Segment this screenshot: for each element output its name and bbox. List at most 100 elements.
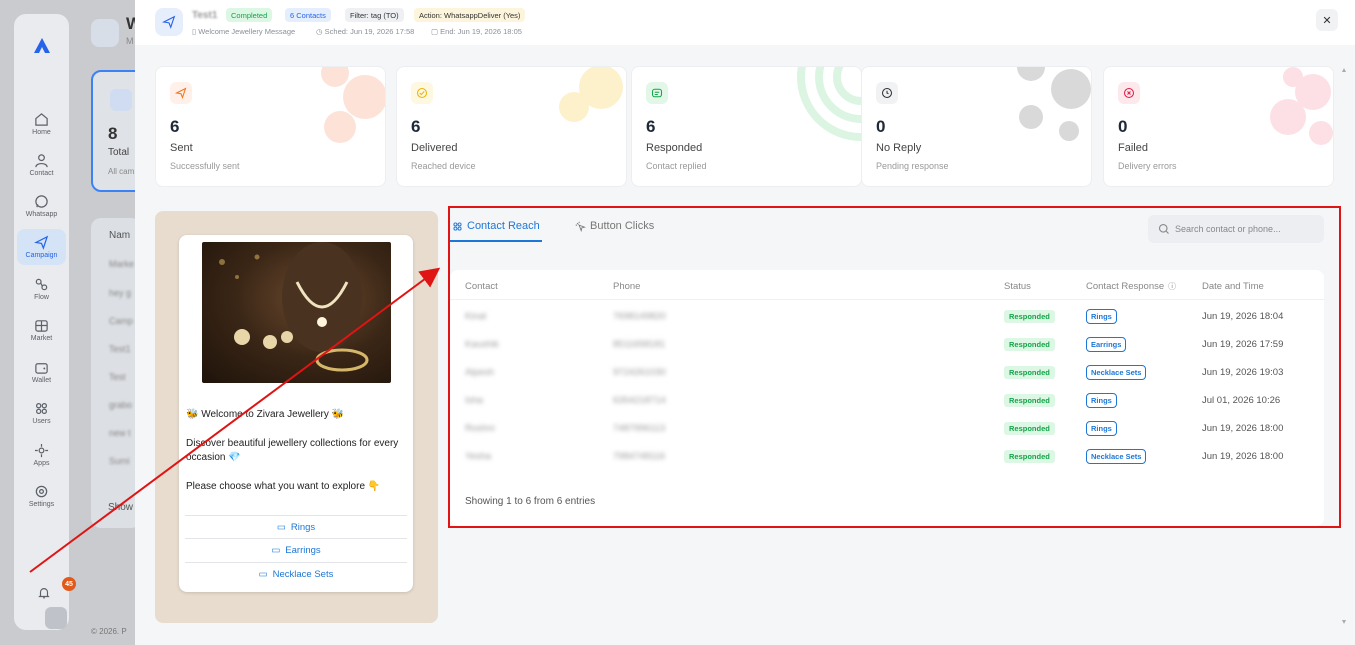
active-tab-indicator: [450, 240, 542, 242]
sidebar-item-wallet[interactable]: Wallet: [17, 354, 66, 390]
sidebar-item-home[interactable]: Home: [17, 106, 66, 142]
flow-icon: [35, 278, 48, 291]
stat-value: 0: [1118, 117, 1128, 136]
stat-label: No Reply: [876, 142, 922, 154]
sidebar-item-label: Whatsapp: [25, 211, 58, 218]
table-row[interactable]: Marke: [109, 259, 134, 269]
market-icon: [35, 320, 48, 332]
filter-badge: Filter: tag (TO): [345, 8, 404, 22]
stat-sub: Delivery errors: [1118, 161, 1177, 171]
search-input[interactable]: Search contact or phone...: [1148, 215, 1324, 243]
sidebar-item-label: Apps: [33, 460, 50, 467]
stat-value: 6: [170, 117, 180, 136]
stat-label: Failed: [1118, 142, 1148, 154]
app-logo-icon[interactable]: [32, 36, 52, 56]
search-placeholder: Search contact or phone...: [1175, 224, 1281, 234]
campaign-title: Test1: [192, 10, 218, 21]
campaign-report-modal: Test1 Completed 6 Contacts Filter: tag (…: [135, 0, 1355, 645]
column-contact: Contact: [465, 281, 498, 292]
tab-button-clicks[interactable]: Button Clicks: [575, 220, 654, 232]
check-circle-icon: [411, 82, 433, 104]
sidebar-item-contact[interactable]: Contact: [17, 147, 66, 183]
table-row[interactable]: Alpesh 9724261030 Responded Necklace Set…: [450, 357, 1324, 385]
table-row[interactable]: Test1: [109, 344, 131, 354]
tab-contact-reach[interactable]: Contact Reach: [452, 220, 540, 232]
quick-reply-label: Necklace Sets: [272, 568, 334, 580]
stat-label: Delivered: [411, 142, 458, 154]
status-badge: Responded: [1004, 310, 1055, 323]
stat-value: 6: [411, 117, 421, 136]
home-icon: [35, 113, 48, 126]
table-row[interactable]: Roshni 7487996113 Responded Rings Jun 19…: [450, 413, 1324, 441]
decorative-blob: [1270, 67, 1333, 145]
sidebar-item-campaign[interactable]: Campaign: [17, 229, 66, 265]
column-date: Date and Time: [1202, 281, 1264, 292]
end-time: ▢ End: Jun 19, 2026 18:05: [431, 27, 522, 36]
info-icon[interactable]: ⓘ: [1168, 281, 1176, 292]
click-icon: [575, 221, 586, 232]
message-preview: 🐝 Welcome to Zivara Jewellery 🐝 Discover…: [155, 211, 438, 623]
quick-reply-necklace-sets[interactable]: ▭ Necklace Sets: [185, 562, 407, 585]
sidebar-item-users[interactable]: Users: [17, 395, 66, 431]
scrollbar[interactable]: [1342, 66, 1346, 626]
date-time: Jul 01, 2026 10:26: [1202, 395, 1281, 406]
sidebar-item-market[interactable]: Market: [17, 312, 66, 348]
whatsapp-icon: [35, 195, 48, 208]
card-sub: All cam: [108, 167, 135, 176]
table-row[interactable]: new t: [109, 428, 131, 438]
notification-badge: 45: [62, 577, 76, 591]
message-line-choose: Please choose what you want to explore 👇: [186, 481, 381, 492]
quick-reply-earrings[interactable]: ▭ Earrings: [185, 538, 407, 561]
sidebar-item-settings[interactable]: Settings: [17, 478, 66, 514]
column-label: Contact Response: [1086, 281, 1165, 292]
table-row[interactable]: Test: [109, 372, 126, 382]
decorative-blob: [321, 67, 385, 143]
reply-icon: ▭: [271, 544, 281, 556]
sidebar-item-label: Users: [32, 418, 51, 425]
contact-name: Alpesh: [465, 367, 495, 378]
sidebar-item-label: Wallet: [31, 377, 52, 384]
sidebar: Home Contact Whatsapp Campaign Flow Mark…: [14, 14, 76, 630]
stat-label: Responded: [646, 142, 703, 154]
table-row[interactable]: Sumi: [109, 456, 130, 466]
sidebar-item-whatsapp[interactable]: Whatsapp: [17, 188, 66, 224]
template-label: Welcome Jewellery Message: [198, 27, 296, 36]
quick-reply-rings[interactable]: ▭ Rings: [185, 515, 407, 538]
contact-phone: 7984748116: [613, 451, 666, 462]
stat-sub: Reached device: [411, 161, 476, 171]
stat-value: 6: [646, 117, 656, 136]
status-badge: Completed: [226, 8, 273, 22]
tab-label: Contact Reach: [467, 220, 540, 232]
sidebar-item-flow[interactable]: Flow: [17, 271, 66, 307]
stat-sub: Pending response: [876, 161, 949, 171]
response-badge: Rings: [1086, 393, 1117, 408]
pagination-summary: Showing 1 to 6 from 6 entries: [465, 496, 596, 507]
contact-name: Isha: [465, 395, 483, 406]
table-row[interactable]: Isha 6354218714 Responded Rings Jul 01, …: [450, 385, 1324, 413]
sidebar-item-label: Market: [30, 335, 53, 342]
stat-card-failed: 0 Failed Delivery errors: [1103, 66, 1334, 187]
contacts-badge: 6 Contacts: [285, 8, 331, 22]
sidebar-item-apps[interactable]: Apps: [17, 437, 66, 473]
bell-icon[interactable]: [37, 586, 51, 600]
search-icon: [1158, 223, 1169, 234]
table-row[interactable]: Kinal 7698149820 Responded Rings Jun 19,…: [450, 301, 1324, 329]
table-row[interactable]: Camp: [109, 316, 133, 326]
page-subtitle: M: [126, 36, 134, 46]
contact-name: Kaushik: [465, 339, 499, 350]
decorative-blob: [1017, 67, 1091, 141]
stat-card-sent: 6 Sent Successfully sent: [155, 66, 386, 187]
error-icon: [1118, 82, 1140, 104]
contact-phone: 7487996113: [613, 423, 666, 434]
table-row[interactable]: grabo: [109, 400, 132, 410]
date-time: Jun 19, 2026 19:03: [1202, 367, 1284, 378]
avatar[interactable]: [45, 607, 67, 629]
card-label: Total: [108, 147, 130, 158]
tab-label: Button Clicks: [590, 220, 655, 232]
table-row[interactable]: Yesha 7984748116 Responded Necklace Sets…: [450, 441, 1324, 469]
close-button[interactable]: ✕: [1316, 9, 1338, 31]
schedule-time: ◷ Sched: Jun 19, 2026 17:58: [316, 27, 415, 36]
table-row[interactable]: Kaushik 8511658181 Responded Earrings Ju…: [450, 329, 1324, 357]
sidebar-item-label: Contact: [29, 170, 54, 177]
table-row[interactable]: hey g: [109, 288, 131, 298]
